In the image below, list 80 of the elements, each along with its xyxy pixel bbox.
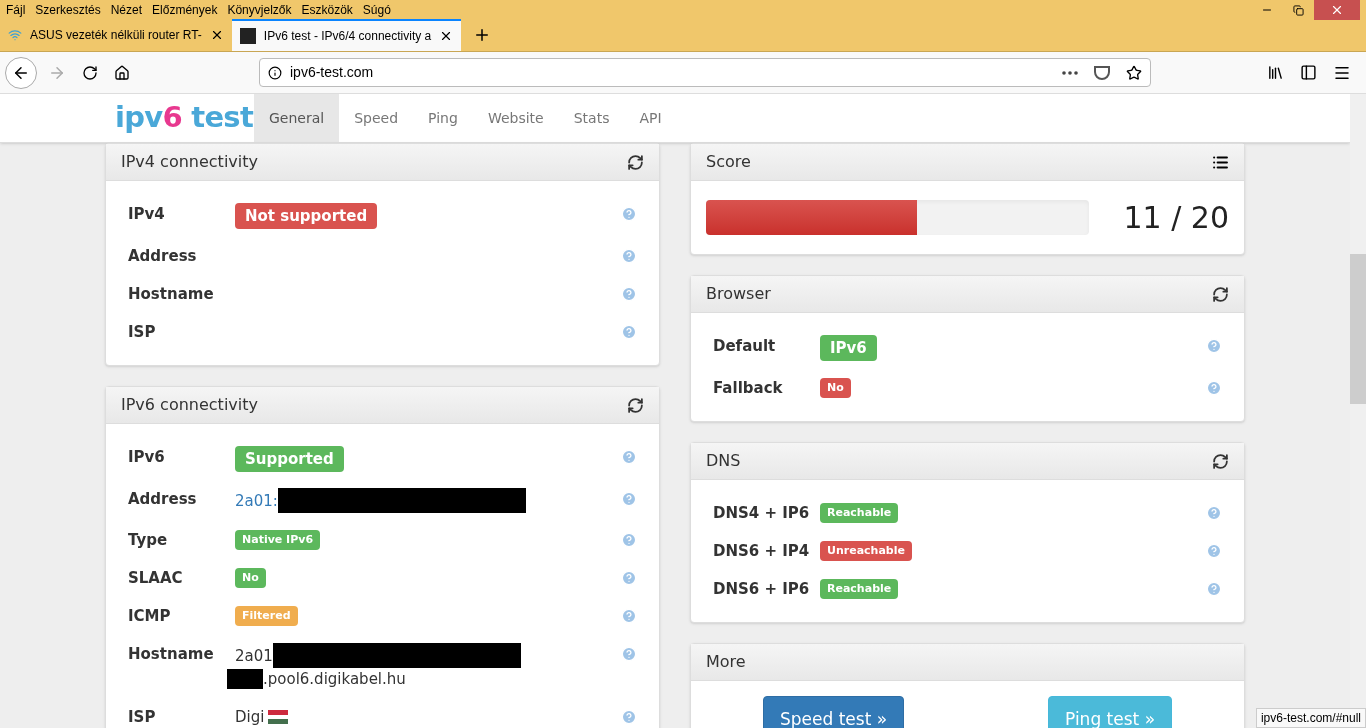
status-badge: Reachable (820, 579, 899, 599)
status-badge: Reachable (820, 503, 899, 523)
address-bar[interactable]: ipv6-test.com (259, 58, 1151, 87)
status-badge: Filtered (235, 606, 298, 626)
info-icon[interactable] (268, 65, 282, 80)
menu-item[interactable]: Fájl (6, 1, 26, 19)
test-button[interactable]: Speed test » (762, 696, 905, 728)
site-nav-tab[interactable]: API (624, 94, 677, 142)
row-label: Address (128, 246, 198, 267)
site-nav-tab[interactable]: General (254, 94, 340, 142)
panel-title: Score (706, 151, 751, 173)
row-label: Hostname (128, 644, 215, 665)
reload-icon[interactable] (82, 64, 98, 81)
menu-item[interactable]: Előzmények (152, 1, 218, 19)
row-label: SLAAC (128, 568, 184, 589)
refresh-icon[interactable] (1212, 452, 1229, 470)
status-badge: No (820, 378, 851, 398)
status-tooltip: ipv6-test.com/#null (1255, 708, 1366, 728)
value-text: 2a01 (235, 645, 273, 667)
row-label: ISP (128, 707, 157, 728)
menu-item[interactable]: Szerkesztés (35, 1, 101, 19)
tab-title: IPv6 test - IPv6/4 connectivity a (263, 28, 432, 45)
pocket-icon[interactable] (1094, 65, 1110, 80)
more-actions-icon[interactable] (1062, 70, 1078, 75)
restore-icon[interactable] (1293, 4, 1304, 16)
close-icon (1330, 3, 1344, 17)
site-nav-tab[interactable]: Stats (558, 94, 625, 142)
site-nav-tab[interactable]: Speed (339, 94, 414, 142)
browser-tab[interactable]: ASUS vezeték nélküli router RT- (0, 19, 232, 51)
back-button[interactable] (5, 56, 37, 89)
status-badge: IPv6 (820, 335, 877, 361)
row-label: Type (128, 530, 169, 551)
panel-title: IPv6 connectivity (121, 394, 258, 416)
menu-item[interactable]: Eszközök (301, 1, 353, 19)
bookmark-star-icon[interactable] (1126, 64, 1142, 81)
wifi-icon (8, 28, 22, 42)
browser-tab[interactable]: IPv6 test - IPv6/4 connectivity a (231, 19, 462, 51)
row-label: DNS6 + IP6 (713, 579, 811, 600)
score-reading: 11 / 20 (1123, 199, 1229, 237)
site-nav-tab[interactable]: Website (472, 94, 559, 142)
hungary-flag-icon (268, 710, 289, 724)
site-nav-tab[interactable]: Ping (413, 94, 473, 142)
tab-title: ASUS vezeték nélküli router RT- (30, 27, 202, 44)
row-label: IPv6 (128, 447, 166, 468)
panel-title: DNS (706, 450, 741, 472)
row-label: IPv4 (128, 204, 166, 225)
url-text: ipv6-test.com (290, 63, 375, 82)
panel-title: More (706, 651, 746, 673)
redaction-block (227, 669, 263, 689)
home-icon[interactable] (114, 64, 130, 81)
row-label: Default (713, 336, 777, 357)
row-label: Hostname (128, 284, 215, 305)
refresh-icon[interactable] (1212, 285, 1229, 303)
panel-title: IPv4 connectivity (121, 151, 258, 173)
site-logo[interactable]: ipv6 test (105, 94, 254, 142)
value-text: Digi (235, 707, 265, 728)
refresh-icon[interactable] (627, 396, 644, 414)
row-label: Address (128, 489, 198, 510)
refresh-icon[interactable] (627, 153, 644, 171)
list-icon[interactable] (1212, 153, 1229, 171)
menu-item[interactable]: Könyvjelzők (227, 1, 292, 19)
sidebar-icon[interactable] (1300, 64, 1317, 81)
panel-title: Browser (706, 283, 771, 305)
value-text: .pool6.digikabel.hu (263, 669, 406, 690)
status-badge: No (235, 568, 266, 588)
row-label: DNS4 + IP6 (713, 503, 811, 524)
menu-item[interactable]: Súgó (362, 1, 391, 19)
status-badge: Supported (235, 446, 344, 472)
status-badge: Native IPv6 (235, 530, 321, 550)
site-icon (239, 28, 256, 44)
row-label: Fallback (713, 378, 784, 399)
status-badge: Not supported (235, 203, 378, 229)
address-link[interactable]: 2a01: (235, 489, 278, 512)
close-window-button[interactable] (1314, 0, 1360, 20)
row-label: ISP (128, 322, 157, 343)
status-badge: Unreachable (820, 541, 912, 561)
row-label: ICMP (128, 606, 172, 627)
row-label: DNS6 + IP4 (713, 541, 811, 562)
library-icon[interactable] (1267, 64, 1284, 81)
menu-item[interactable]: Nézet (110, 1, 143, 19)
